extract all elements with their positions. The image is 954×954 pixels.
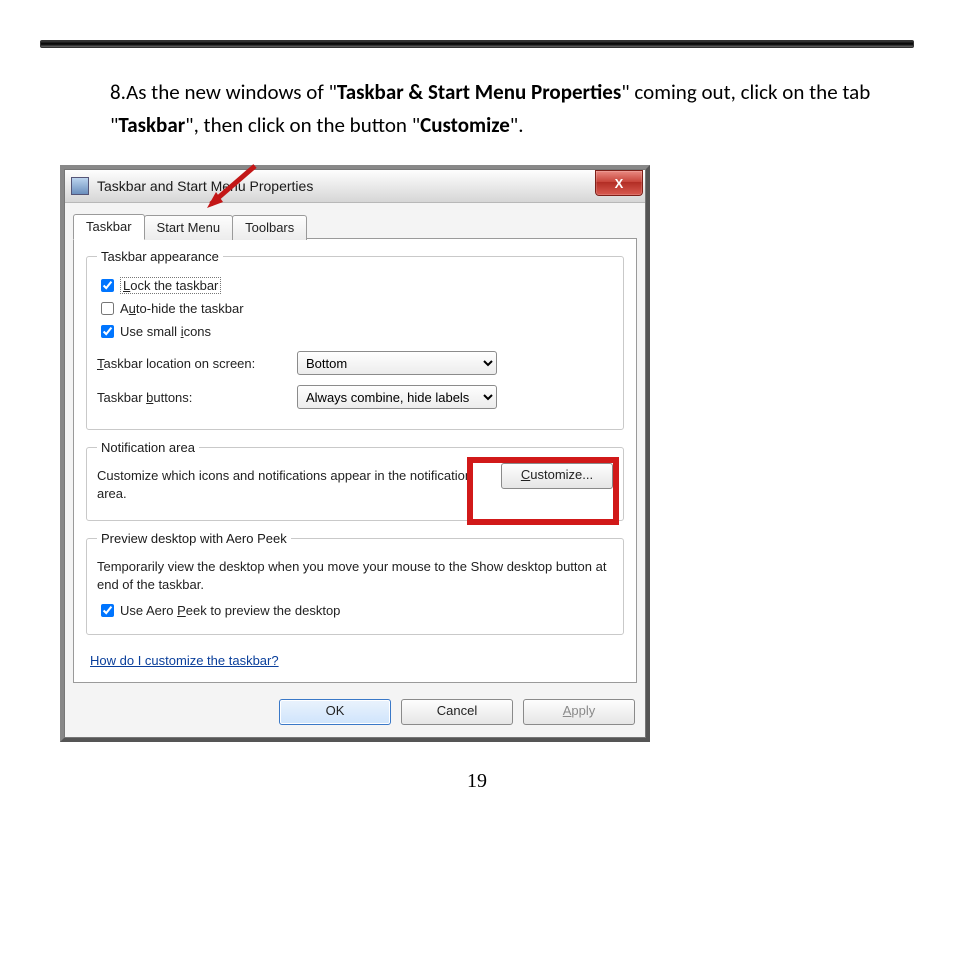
tab-label: Toolbars xyxy=(245,220,294,235)
row-taskbar-location: Taskbar location on screen: Bottom xyxy=(97,351,613,375)
group-notification-area: Notification area Customize which icons … xyxy=(86,440,624,521)
checkbox-small-icons[interactable]: Use small icons xyxy=(97,322,613,341)
checkbox-input[interactable] xyxy=(101,279,114,292)
group-aero-peek: Preview desktop with Aero Peek Temporari… xyxy=(86,531,624,635)
instr-bold-3: Customize xyxy=(420,112,510,138)
select-taskbar-buttons[interactable]: Always combine, hide labels xyxy=(297,385,497,409)
dialog-footer: OK Cancel Apply xyxy=(65,689,645,737)
help-link-row: How do I customize the taskbar? xyxy=(90,653,624,668)
select-taskbar-location[interactable]: Bottom xyxy=(297,351,497,375)
cancel-button[interactable]: Cancel xyxy=(401,699,513,725)
tab-toolbars[interactable]: Toolbars xyxy=(232,215,307,240)
title-bar[interactable]: Taskbar and Start Menu Properties X xyxy=(65,170,645,203)
checkbox-input[interactable] xyxy=(101,325,114,338)
close-icon: X xyxy=(615,176,624,191)
instr-text: ". xyxy=(510,112,524,138)
checkbox-aero-peek[interactable]: Use Aero Peek to preview the desktop xyxy=(97,601,613,620)
checkbox-input[interactable] xyxy=(101,604,114,617)
instr-bold-2: Taskbar xyxy=(118,112,185,138)
apply-button[interactable]: Apply xyxy=(523,699,635,725)
ok-button[interactable]: OK xyxy=(279,699,391,725)
aero-description: Temporarily view the desktop when you mo… xyxy=(97,558,613,593)
tab-taskbar[interactable]: Taskbar xyxy=(73,214,145,240)
checkbox-label: Auto-hide the taskbar xyxy=(120,301,244,316)
customize-button[interactable]: Customize... xyxy=(501,463,613,489)
instr-text: 8.As the new windows of " xyxy=(110,79,337,105)
app-icon xyxy=(71,177,89,195)
page-number: 19 xyxy=(40,770,914,793)
tab-strip: Taskbar Start Menu Toolbars xyxy=(65,203,645,239)
checkbox-input[interactable] xyxy=(101,302,114,315)
screenshot-frame: Taskbar and Start Menu Properties X Task… xyxy=(60,165,650,742)
step-instruction: 8.As the new windows of "Taskbar & Start… xyxy=(40,76,914,165)
tab-label: Start Menu xyxy=(157,220,221,235)
checkbox-auto-hide[interactable]: Auto-hide the taskbar xyxy=(97,299,613,318)
window-title: Taskbar and Start Menu Properties xyxy=(97,178,313,194)
help-link[interactable]: How do I customize the taskbar? xyxy=(90,653,279,668)
dialog-window: Taskbar and Start Menu Properties X Task… xyxy=(64,169,646,738)
row-taskbar-buttons: Taskbar buttons: Always combine, hide la… xyxy=(97,385,613,409)
group-legend: Taskbar appearance xyxy=(97,249,223,264)
checkbox-lock-taskbar[interactable]: Lock the taskbar xyxy=(97,276,613,295)
tab-panel-taskbar: Taskbar appearance Lock the taskbar Auto… xyxy=(73,238,637,683)
group-legend: Preview desktop with Aero Peek xyxy=(97,531,291,546)
instr-text: ", then click on the button " xyxy=(185,112,420,138)
instr-bold-1: Taskbar & Start Menu Properties xyxy=(337,79,621,105)
group-taskbar-appearance: Taskbar appearance Lock the taskbar Auto… xyxy=(86,249,624,430)
tab-start-menu[interactable]: Start Menu xyxy=(144,215,234,240)
button-label: Cancel xyxy=(437,703,477,718)
checkbox-label: Use small icons xyxy=(120,324,211,339)
label-taskbar-location: Taskbar location on screen: xyxy=(97,356,297,371)
checkbox-label: Lock the taskbar xyxy=(120,277,221,294)
close-button[interactable]: X xyxy=(595,170,643,196)
group-legend: Notification area xyxy=(97,440,199,455)
horizontal-rule xyxy=(40,40,914,48)
checkbox-label: Use Aero Peek to preview the desktop xyxy=(120,603,340,618)
tab-label: Taskbar xyxy=(86,219,132,234)
button-label: OK xyxy=(326,703,345,718)
notification-description: Customize which icons and notifications … xyxy=(97,467,491,502)
label-taskbar-buttons: Taskbar buttons: xyxy=(97,390,297,405)
